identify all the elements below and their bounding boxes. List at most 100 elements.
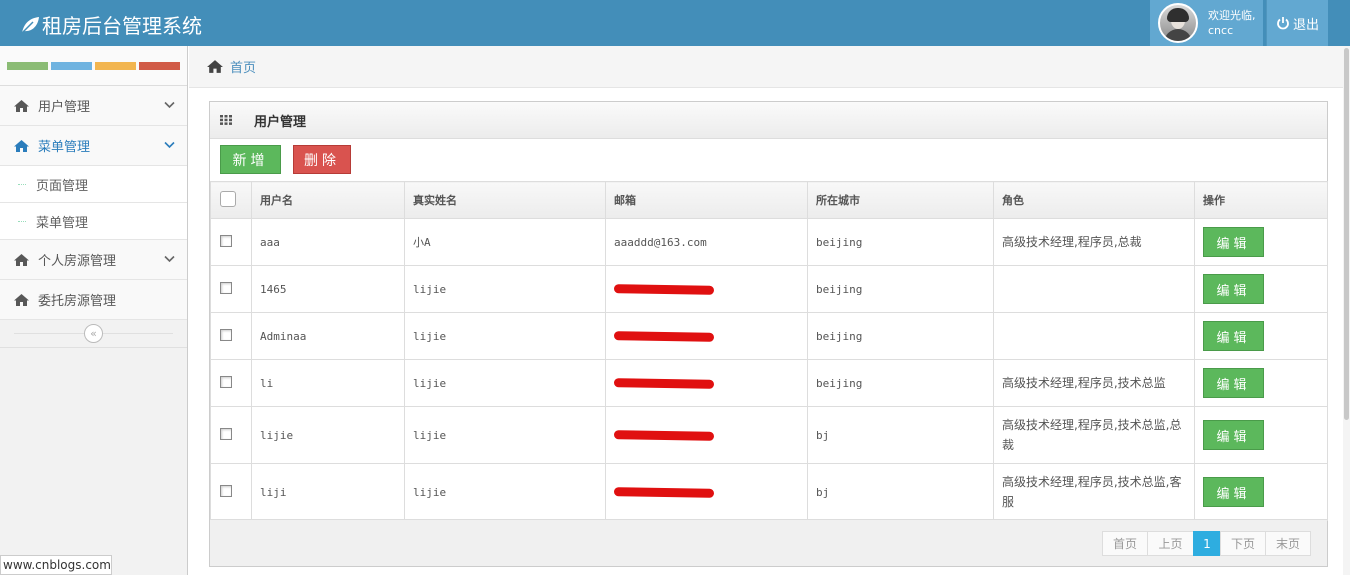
row-checkbox-cell [210,265,252,313]
brand[interactable]: 租房后台管理系统 [20,10,202,39]
shortcut-red[interactable] [139,62,180,70]
city-cell: bj [807,463,994,521]
table-row: lijie lijie bj 高级技术经理,程序员,技术总监,总裁 编辑 [210,406,1328,464]
table-header-row: 用户名 真实姓名 邮箱 所在城市 角色 操作 [210,181,1328,219]
sidebar-shortcuts [0,46,187,86]
role-cell [993,312,1195,360]
city-cell: beijing [807,218,994,266]
column-header[interactable]: 操作 [1194,181,1328,219]
action-cell: 编辑 [1194,406,1328,464]
current-page-button[interactable]: 1 [1193,531,1221,556]
chevron-down-icon [164,101,175,109]
role-cell [993,265,1195,313]
select-all-checkbox[interactable] [220,190,236,207]
realname-cell: lijie [404,463,606,521]
shortcut-green[interactable] [7,62,48,70]
row-checkbox[interactable] [220,375,232,388]
add-button[interactable]: 新增 [220,145,281,174]
sidebar-item-menu-management[interactable]: 菜单管理 [0,126,187,166]
row-checkbox[interactable] [220,281,232,294]
city-cell: bj [807,406,994,464]
email-cell [605,359,808,407]
pagination-bar: 首页 上页 1 下页 末页 [210,519,1327,566]
row-checkbox-cell [210,359,252,407]
column-header[interactable]: 真实姓名 [404,181,606,219]
shortcut-yellow[interactable] [95,62,136,70]
role-cell: 高级技术经理,程序员,总裁 [993,218,1195,266]
home-icon [14,253,29,266]
column-header[interactable]: 用户名 [251,181,405,219]
sidebar-subitem-label: 页面管理 [36,178,89,194]
action-cell: 编辑 [1194,218,1328,266]
sidebar-item-label: 委托房源管理 [38,294,117,309]
edit-button[interactable]: 编辑 [1203,321,1264,351]
home-icon [14,293,29,306]
panel-title: 用户管理 [254,114,307,130]
leaf-icon [21,16,39,34]
action-cell: 编辑 [1194,359,1328,407]
app-title: 租房后台管理系统 [42,14,202,38]
table-row: Adminaa lijie beijing 编辑 [210,312,1328,360]
user-menu[interactable]: 欢迎光临, cncc [1150,0,1263,46]
edit-button[interactable]: 编辑 [1203,368,1264,398]
chevron-down-icon [164,141,175,149]
logout-label: 退出 [1292,17,1319,33]
edit-button[interactable]: 编辑 [1203,420,1264,450]
email-cell [605,406,808,464]
sidebar-item-label: 用户管理 [38,100,91,115]
double-chevron-left-icon[interactable]: « [84,324,103,343]
username-cell: aaa [251,218,405,266]
row-checkbox-cell [210,406,252,464]
column-header[interactable]: 邮箱 [605,181,808,219]
sidebar: 用户管理 菜单管理 页面管理 菜单管理 个人房源管理 委托房源管理 « [0,46,188,575]
power-icon [1277,17,1289,30]
home-icon [14,139,29,152]
first-page-button[interactable]: 首页 [1102,531,1148,556]
action-cell: 编辑 [1194,463,1328,521]
delete-button[interactable]: 删除 [293,145,351,174]
breadcrumb-home-link[interactable]: 首页 [230,57,256,76]
row-checkbox-cell [210,312,252,360]
watermark: www.cnblogs.com [0,555,112,575]
sidebar-subitem-menu-management[interactable]: 菜单管理 [0,203,187,240]
sidebar-item-user-management[interactable]: 用户管理 [0,86,187,126]
edit-button[interactable]: 编辑 [1203,274,1264,304]
city-cell: beijing [807,359,994,407]
role-cell: 高级技术经理,程序员,技术总监 [993,359,1195,407]
table-row: 1465 lijie beijing 编辑 [210,265,1328,313]
sidebar-item-personal-listings[interactable]: 个人房源管理 [0,240,187,280]
table-row: aaa 小A aaaddd@163.com beijing 高级技术经理,程序员,总裁编… [210,218,1328,266]
sidebar-subitem-page-management[interactable]: 页面管理 [0,166,187,203]
sidebar-item-entrusted-listings[interactable]: 委托房源管理 [0,280,187,320]
scrollbar-thumb[interactable] [1344,48,1349,420]
breadcrumb: 首页 [189,46,1350,88]
username-cell: lijie [251,406,405,464]
chevron-down-icon [164,255,175,263]
email-cell [605,463,808,521]
username-cell: Adminaa [251,312,405,360]
column-header[interactable]: 所在城市 [807,181,994,219]
row-checkbox[interactable] [220,427,232,440]
avatar [1158,3,1198,43]
next-page-button[interactable]: 下页 [1220,531,1266,556]
edit-button[interactable]: 编辑 [1203,477,1264,507]
email-cell [605,265,808,313]
edit-button[interactable]: 编辑 [1203,227,1264,257]
last-page-button[interactable]: 末页 [1265,531,1311,556]
username-cell: 1465 [251,265,405,313]
column-header[interactable]: 角色 [993,181,1195,219]
shortcut-blue[interactable] [51,62,92,70]
user-management-panel: 用户管理 新增 删除 用户名 真实姓名 邮箱 所在城市 角色 操作 aaa 小A a… [209,101,1328,567]
city-cell: beijing [807,265,994,313]
row-checkbox[interactable] [220,234,232,247]
action-cell: 编辑 [1194,312,1328,360]
row-checkbox[interactable] [220,328,232,341]
sidebar-collapse: « [0,320,187,348]
logout-button[interactable]: 退出 [1266,0,1328,46]
top-navbar: 租房后台管理系统 欢迎光临, cncc 退出 [0,0,1350,46]
realname-cell: lijie [404,359,606,407]
row-checkbox[interactable] [220,484,232,497]
prev-page-button[interactable]: 上页 [1147,531,1194,556]
role-cell: 高级技术经理,程序员,技术总监,客服 [993,463,1195,521]
redaction-mark [613,283,715,295]
